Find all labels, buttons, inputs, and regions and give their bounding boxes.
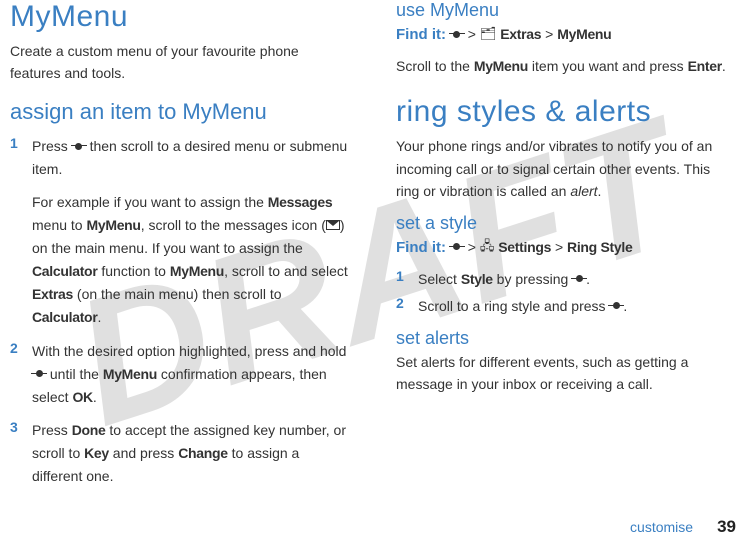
step-body: Press Done to accept the assigned key nu…: [32, 419, 350, 488]
step-body: Select Style by pressing .: [418, 268, 736, 291]
center-key-icon: [572, 274, 586, 284]
page-footer: customise 39: [630, 517, 736, 537]
heading-set-alerts: set alerts: [396, 328, 736, 349]
intro-text: Create a custom menu of your favourite p…: [10, 40, 350, 85]
text: by pressing: [493, 271, 572, 287]
step-number: 2: [10, 340, 32, 409]
step-number: 1: [10, 135, 32, 330]
page-number: 39: [717, 517, 736, 536]
center-key-icon: [450, 29, 464, 39]
center-key-icon: [32, 369, 46, 379]
step-number: 2: [396, 295, 418, 318]
extras-icon: 🗂: [480, 24, 497, 45]
style-step-1: 1 Select Style by pressing .: [396, 268, 736, 291]
step-body: Press then scroll to a desired menu or s…: [32, 135, 350, 330]
footer-section: customise: [630, 519, 693, 535]
step-body: Scroll to a ring style and press .: [418, 295, 736, 318]
label-mymenu: MyMenu: [86, 217, 140, 233]
findit-use: Find it: > 🗂 Extras > MyMenu: [396, 23, 736, 47]
left-column: MyMenu Create a custom menu of your favo…: [10, 0, 358, 505]
text: With the desired option highlighted, pre…: [32, 343, 346, 359]
text: Scroll to the: [396, 58, 474, 74]
text: menu to: [32, 217, 86, 233]
text: until the: [46, 366, 103, 382]
text: , scroll to the messages icon (: [141, 217, 326, 233]
heading-use-mymenu: use MyMenu: [396, 0, 736, 21]
findit-label: Find it:: [396, 239, 446, 256]
label-change: Change: [178, 445, 228, 461]
heading-ring-styles: ring styles & alerts: [396, 95, 736, 129]
text: function to: [97, 263, 169, 279]
text: Scroll to a ring style and press: [418, 298, 609, 314]
heading-assign: assign an item to MyMenu: [10, 99, 350, 125]
use-body: Scroll to the MyMenu item you want and p…: [396, 55, 736, 77]
label-mymenu: MyMenu: [474, 58, 528, 74]
label-settings: Settings: [498, 239, 551, 255]
style-step-2: 2 Scroll to a ring style and press .: [396, 295, 736, 318]
envelope-icon: [326, 220, 340, 230]
text: For example if you want to assign the: [32, 194, 268, 210]
text: and press: [109, 445, 178, 461]
center-key-icon: [72, 141, 86, 151]
label-mymenu: MyMenu: [557, 26, 611, 42]
text: .: [722, 58, 726, 74]
step-3: 3 Press Done to accept the assigned key …: [10, 419, 350, 488]
findit-setstyle: Find it: > 🖧 Settings > Ring Style: [396, 236, 736, 260]
label-style: Style: [461, 271, 493, 287]
gt: >: [468, 26, 476, 42]
findit-label: Find it:: [396, 26, 446, 43]
text: , scroll to and select: [224, 263, 348, 279]
step-2: 2 With the desired option highlighted, p…: [10, 340, 350, 409]
right-column: use MyMenu Find it: > 🗂 Extras > MyMenu …: [388, 0, 736, 505]
set-alerts-body: Set alerts for different events, such as…: [396, 351, 736, 396]
ring-intro: Your phone rings and/or vibrates to noti…: [396, 135, 736, 202]
text: .: [97, 309, 101, 325]
text: Press: [32, 138, 72, 154]
text: Your phone rings and/or vibrates to noti…: [396, 138, 712, 199]
page-content: MyMenu Create a custom menu of your favo…: [0, 0, 756, 505]
gt: >: [468, 239, 476, 255]
heading-mymenu: MyMenu: [10, 0, 350, 34]
label-key: Key: [84, 445, 109, 461]
label-calculator: Calculator: [32, 263, 97, 279]
label-messages: Messages: [268, 194, 333, 210]
label-ring-style: Ring Style: [567, 239, 632, 255]
step-body: With the desired option highlighted, pre…: [32, 340, 350, 409]
gt: >: [545, 26, 553, 42]
italic-alert: alert: [570, 183, 597, 199]
step-number: 1: [396, 268, 418, 291]
label-mymenu: MyMenu: [170, 263, 224, 279]
step-1: 1 Press then scroll to a desired menu or…: [10, 135, 350, 330]
label-ok: OK: [72, 389, 92, 405]
settings-icon: 🖧: [480, 236, 495, 257]
gt: >: [555, 239, 563, 255]
text: .: [93, 389, 97, 405]
text: Press: [32, 422, 72, 438]
text: item you want and press: [528, 58, 688, 74]
label-extras: Extras: [32, 286, 73, 302]
text: (on the main menu) then scroll to: [73, 286, 282, 302]
center-key-icon: [450, 242, 464, 252]
text: .: [598, 183, 602, 199]
label-enter: Enter: [688, 58, 722, 74]
label-calculator: Calculator: [32, 309, 97, 325]
label-done: Done: [72, 422, 106, 438]
label-extras: Extras: [500, 26, 541, 42]
center-key-icon: [609, 301, 623, 311]
step-number: 3: [10, 419, 32, 488]
text: Select: [418, 271, 461, 287]
heading-set-style: set a style: [396, 213, 736, 234]
label-mymenu: MyMenu: [103, 366, 157, 382]
